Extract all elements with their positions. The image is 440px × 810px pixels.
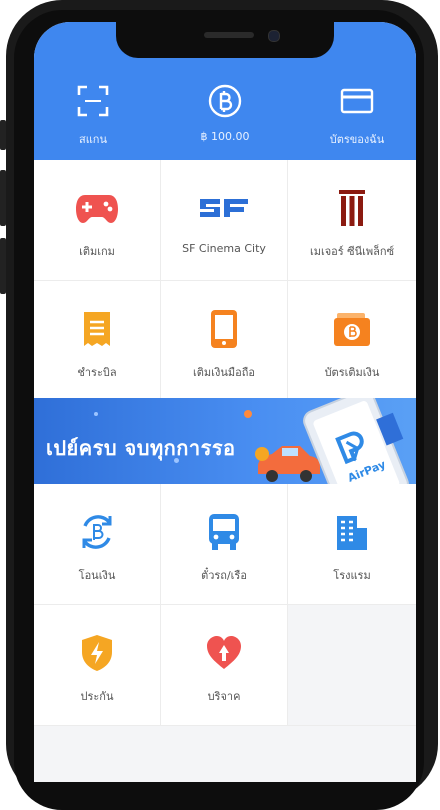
service-label: โอนเงิน <box>78 569 116 582</box>
speaker-grill <box>204 32 254 38</box>
service-hotel[interactable]: โรงแรม <box>288 484 416 604</box>
bill-icon <box>82 311 112 347</box>
service-label: บัตรเติมเงิน <box>324 366 380 379</box>
service-pay-bill[interactable]: ชำระบิล <box>34 281 161 401</box>
service-mobile-topup[interactable]: เติมเงินมือถือ <box>161 281 288 401</box>
phone-side-button <box>0 170 6 226</box>
scan-label: สแกน <box>79 133 107 146</box>
scan-icon <box>38 84 148 118</box>
services-row: ชำระบิล เติมเงินมือถือ บัตรเติมเงิน <box>34 281 416 402</box>
service-game-topup[interactable]: เติมเกม <box>34 160 161 280</box>
service-donate[interactable]: บริจาค <box>161 605 288 725</box>
balance-amount: ฿ 100.00 <box>200 130 250 143</box>
services-row: เติมเกม SF Cinema City เมเจอร์ ซีนีเพล็ก… <box>34 160 416 281</box>
service-bus-ticket[interactable]: ตั๋วรถ/เรือ <box>161 484 288 604</box>
empty-cell <box>288 605 416 725</box>
bus-icon <box>207 514 241 550</box>
service-label: ตั๋วรถ/เรือ <box>201 569 247 582</box>
scan-button[interactable]: สแกน <box>38 84 148 148</box>
insurance-icon <box>80 635 114 671</box>
phone-side-button <box>0 120 6 150</box>
phone-notch <box>116 22 334 58</box>
card-icon <box>302 84 412 118</box>
sf-logo-icon <box>198 190 250 226</box>
hotel-icon <box>335 514 369 550</box>
my-cards-button[interactable]: บัตรของฉัน <box>302 84 412 148</box>
major-cineplex-icon <box>337 190 367 226</box>
phone-frame: สแกน ฿ 100.00 บัตรของฉัน เติมเกม SF Cine… <box>0 0 440 810</box>
services-row: โอนเงิน ตั๋วรถ/เรือ โรงแรม <box>34 484 416 605</box>
services-grid-bottom: โอนเงิน ตั๋วรถ/เรือ โรงแรม ประกัน บริจาค <box>34 484 416 726</box>
app-screen: สแกน ฿ 100.00 บัตรของฉัน เติมเกม SF Cine… <box>34 22 416 782</box>
decor-dot <box>94 412 98 416</box>
services-grid-top: เติมเกม SF Cinema City เมเจอร์ ซีนีเพล็ก… <box>34 160 416 402</box>
service-label: เติมเกม <box>79 245 115 258</box>
banner-text: เปย์ครบ จบทุกการรอ <box>46 436 236 460</box>
front-camera <box>268 30 280 42</box>
service-label: โรงแรม <box>333 569 371 582</box>
promo-banner[interactable]: เปย์ครบ จบทุกการรอ AirPay <box>34 398 416 484</box>
baht-icon <box>170 84 280 118</box>
service-label: บริจาค <box>207 690 241 703</box>
service-label: ชำระบิล <box>77 366 117 379</box>
transfer-icon <box>77 514 117 550</box>
service-label: SF Cinema City <box>182 242 266 255</box>
service-insurance[interactable]: ประกัน <box>34 605 161 725</box>
mobile-topup-icon <box>209 310 239 348</box>
service-label: เติมเงินมือถือ <box>193 366 255 379</box>
wallet-topup-icon <box>333 311 371 347</box>
service-wallet-topup[interactable]: บัตรเติมเงิน <box>288 281 416 401</box>
game-controller-icon <box>75 190 119 226</box>
service-sf-cinema[interactable]: SF Cinema City <box>161 160 288 280</box>
service-label: เมเจอร์ ซีนีเพล็กซ์ <box>309 245 395 258</box>
services-row: ประกัน บริจาค <box>34 605 416 726</box>
my-cards-label: บัตรของฉัน <box>329 133 385 146</box>
decor-dot <box>244 410 252 418</box>
service-transfer[interactable]: โอนเงิน <box>34 484 161 604</box>
phone-side-button <box>0 238 6 294</box>
balance-button[interactable]: ฿ 100.00 <box>170 84 280 143</box>
airpay-phone-illustration: AirPay <box>303 398 409 484</box>
service-label: ประกัน <box>80 690 114 703</box>
service-major-cineplex[interactable]: เมเจอร์ ซีนีเพล็กซ์ <box>288 160 416 280</box>
donate-icon <box>205 635 243 671</box>
